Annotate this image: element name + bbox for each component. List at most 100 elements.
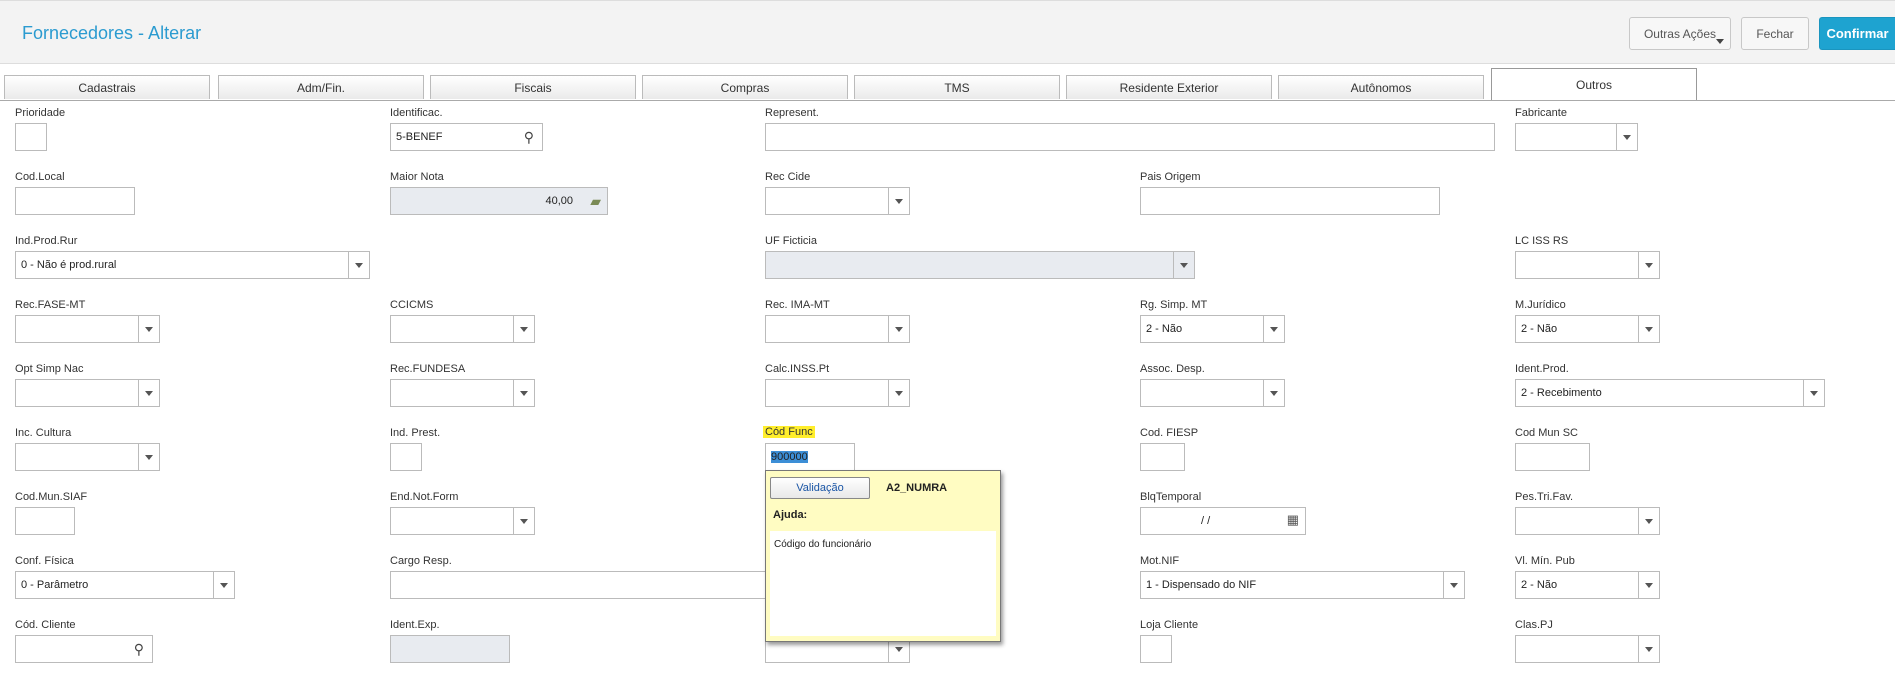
pes-tri-fav-select[interactable] xyxy=(1515,507,1660,535)
fabricante-label: Fabricante xyxy=(1515,107,1567,119)
cod-func-input[interactable]: 900000 xyxy=(765,443,855,471)
mot-nif-select[interactable]: 1 - Dispensado do NIF xyxy=(1140,571,1465,599)
validacao-button[interactable]: Validação xyxy=(770,477,870,499)
ind-prod-rur-label: Ind.Prod.Rur xyxy=(15,235,78,247)
cargo-resp-label: Cargo Resp. xyxy=(390,555,452,567)
ind-prest-input[interactable] xyxy=(390,443,422,471)
help-text-box: Código do funcionário xyxy=(770,531,996,636)
tab-bar: Cadastrais Adm/Fin. Fiscais Compras TMS … xyxy=(0,68,1895,101)
header-bar: Fornecedores - Alterar Outras Ações Fech… xyxy=(0,0,1895,64)
outras-acoes-label: Outras Ações xyxy=(1643,26,1717,41)
tab-tms[interactable]: TMS xyxy=(854,75,1060,99)
dropdown-arrow-icon xyxy=(1443,572,1464,598)
ident-prod-select[interactable]: 2 - Recebimento xyxy=(1515,379,1825,407)
assoc-desp-select[interactable] xyxy=(1140,379,1285,407)
represent-label: Represent. xyxy=(765,107,819,119)
lc-iss-rs-select[interactable] xyxy=(1515,251,1660,279)
ident-exp-label: Ident.Exp. xyxy=(390,619,440,631)
fabricante-select[interactable] xyxy=(1515,123,1638,151)
inc-cultura-label: Inc. Cultura xyxy=(15,427,72,439)
ident-exp-input xyxy=(390,635,510,663)
dropdown-arrow-icon xyxy=(1616,124,1637,150)
vl-min-pub-select[interactable]: 2 - Não xyxy=(1515,571,1660,599)
calc-inss-pt-select[interactable] xyxy=(765,379,910,407)
rec-fundesa-label: Rec.FUNDESA xyxy=(390,363,466,375)
tab-fiscais[interactable]: Fiscais xyxy=(430,75,636,99)
cod-local-label: Cod.Local xyxy=(15,171,65,183)
rec-ima-mt-select[interactable] xyxy=(765,315,910,343)
tab-outros[interactable]: Outros xyxy=(1491,68,1697,100)
dropdown-arrow-icon xyxy=(213,572,234,598)
inc-cultura-select[interactable] xyxy=(15,443,160,471)
opt-simp-nac-select[interactable] xyxy=(15,379,160,407)
chevron-down-icon xyxy=(1716,39,1724,44)
cod-mun-sc-label: Cod Mun SC xyxy=(1515,427,1578,439)
tab-adm-fin[interactable]: Adm/Fin. xyxy=(218,75,424,99)
end-not-form-select[interactable] xyxy=(390,507,535,535)
page-title: Fornecedores - Alterar xyxy=(22,23,202,43)
rec-fase-mt-select[interactable] xyxy=(15,315,160,343)
prioridade-input[interactable] xyxy=(15,123,47,151)
fechar-button[interactable]: Fechar xyxy=(1741,17,1809,50)
money-icon: ▰ xyxy=(590,193,601,209)
cod-fiesp-input[interactable] xyxy=(1140,443,1185,471)
m-juridico-select[interactable]: 2 - Não xyxy=(1515,315,1660,343)
search-icon[interactable]: ⚲ xyxy=(134,641,144,658)
tab-cadastrais[interactable]: Cadastrais xyxy=(4,75,210,99)
search-icon[interactable]: ⚲ xyxy=(524,129,534,146)
vl-min-pub-label: Vl. Mín. Pub xyxy=(1515,555,1575,567)
confirmar-button[interactable]: Confirmar xyxy=(1819,17,1895,50)
conf-fisica-value: 0 - Parâmetro xyxy=(21,579,89,591)
ccicms-select[interactable] xyxy=(390,315,535,343)
blq-temporal-input[interactable]: / / ▦ xyxy=(1140,507,1306,535)
cod-cliente-input[interactable]: ⚲ xyxy=(15,635,153,663)
maior-nota-label: Maior Nota xyxy=(390,171,444,183)
calendar-icon[interactable]: ▦ xyxy=(1287,512,1299,528)
loja-cliente-input[interactable] xyxy=(1140,635,1172,663)
dropdown-arrow-icon xyxy=(138,444,159,470)
dropdown-arrow-icon xyxy=(138,380,159,406)
field-code: A2_NUMRA xyxy=(886,482,948,494)
dropdown-arrow-icon xyxy=(1173,252,1194,278)
cod-cliente-label: Cód. Cliente xyxy=(15,619,76,631)
cod-mun-sc-input[interactable] xyxy=(1515,443,1590,471)
dropdown-arrow-icon xyxy=(138,316,159,342)
ajuda-label: Ajuda: xyxy=(773,509,808,521)
tab-residente-exterior[interactable]: Residente Exterior xyxy=(1066,75,1272,99)
dropdown-arrow-icon xyxy=(1638,572,1659,598)
outras-acoes-button[interactable]: Outras Ações xyxy=(1629,17,1731,50)
uf-ficticia-label: UF Ficticia xyxy=(765,235,817,247)
mot-nif-value: 1 - Dispensado do NIF xyxy=(1146,579,1257,591)
clas-pj-label: Clas.PJ xyxy=(1515,619,1553,631)
help-text: Código do funcionário xyxy=(774,539,872,550)
ind-prod-rur-value: 0 - Não é prod.rural xyxy=(21,259,117,271)
represent-input[interactable] xyxy=(765,123,1495,151)
clas-pj-select[interactable] xyxy=(1515,635,1660,663)
cod-func-value: 900000 xyxy=(771,451,808,463)
rg-simp-mt-label: Rg. Simp. MT xyxy=(1140,299,1208,311)
dropdown-arrow-icon xyxy=(513,380,534,406)
rg-simp-mt-select[interactable]: 2 - Não xyxy=(1140,315,1285,343)
identificac-input[interactable]: 5-BENEF ⚲ xyxy=(390,123,543,151)
loja-cliente-label: Loja Cliente xyxy=(1140,619,1199,631)
cargo-resp-input[interactable] xyxy=(390,571,765,599)
rec-fundesa-select[interactable] xyxy=(390,379,535,407)
tab-autonomos[interactable]: Autônomos xyxy=(1278,75,1484,99)
calc-inss-pt-label: Calc.INSS.Pt xyxy=(765,363,830,375)
vl-min-pub-value: 2 - Não xyxy=(1521,579,1558,591)
conf-fisica-select[interactable]: 0 - Parâmetro xyxy=(15,571,235,599)
cod-mun-siaf-label: Cod.Mun.SIAF xyxy=(15,491,88,503)
ind-prod-rur-select[interactable]: 0 - Não é prod.rural xyxy=(15,251,370,279)
assoc-desp-label: Assoc. Desp. xyxy=(1140,363,1205,375)
conf-fisica-label: Conf. Física xyxy=(15,555,74,567)
pais-origem-input[interactable] xyxy=(1140,187,1440,215)
m-juridico-value: 2 - Não xyxy=(1521,323,1558,335)
rec-cide-label: Rec Cide xyxy=(765,171,811,183)
dropdown-arrow-icon xyxy=(888,316,909,342)
rec-cide-select[interactable] xyxy=(765,187,910,215)
tab-compras[interactable]: Compras xyxy=(642,75,848,99)
cod-local-input[interactable] xyxy=(15,187,135,215)
cod-mun-siaf-input[interactable] xyxy=(15,507,75,535)
rg-simp-mt-value: 2 - Não xyxy=(1146,323,1183,335)
maior-nota-input: 40,00 ▰ xyxy=(390,187,608,215)
